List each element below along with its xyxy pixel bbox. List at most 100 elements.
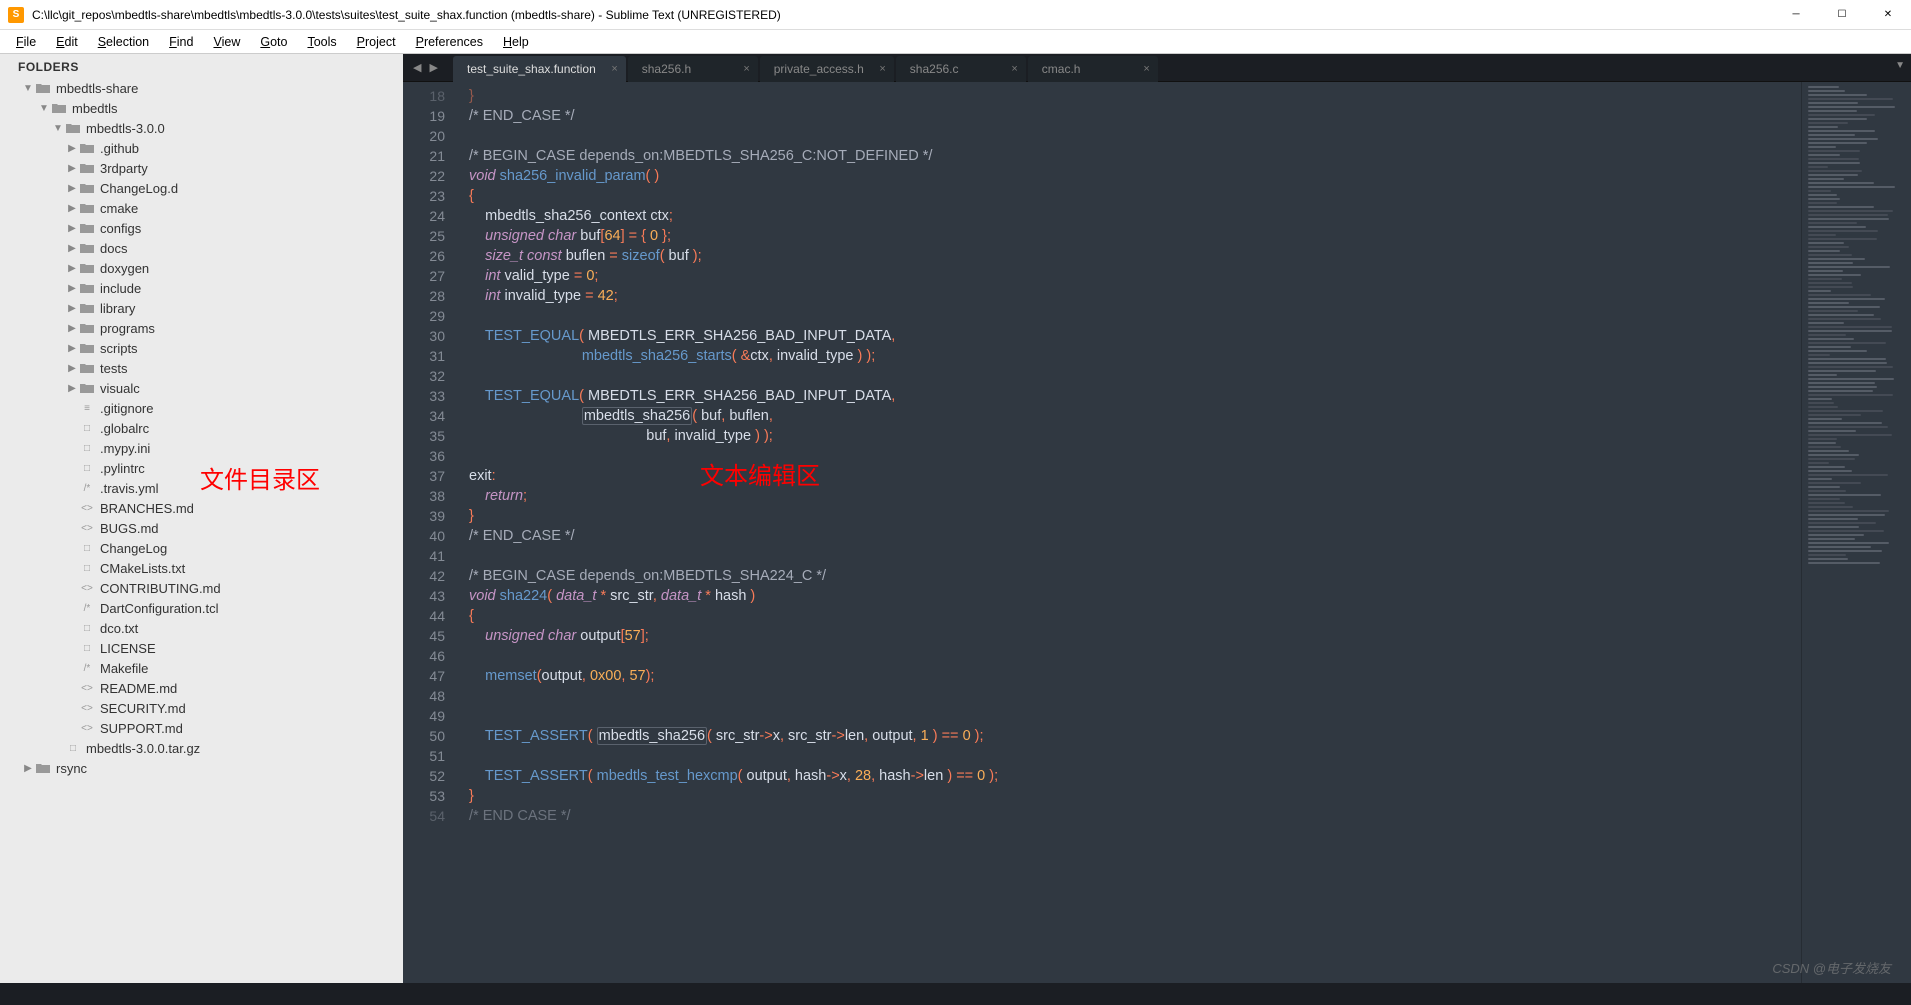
disclosure-arrow-icon: ▶: [66, 183, 78, 194]
disclosure-arrow-icon: ▶: [66, 343, 78, 354]
item-label: DartConfiguration.tcl: [100, 601, 219, 616]
folder-icon: [78, 221, 96, 235]
tab-close-icon[interactable]: ×: [743, 63, 749, 75]
item-label: ChangeLog: [100, 541, 167, 556]
menu-project[interactable]: Project: [347, 32, 406, 52]
tab-test-suite-shax-function[interactable]: test_suite_shax.function ×: [453, 56, 626, 82]
file--globalrc[interactable]: □.globalrc: [4, 418, 403, 438]
file-branches-md[interactable]: <>BRANCHES.md: [4, 498, 403, 518]
folder-tree[interactable]: ▼mbedtls-share▼mbedtls▼mbedtls-3.0.0▶.gi…: [0, 78, 403, 778]
folder-doxygen[interactable]: ▶doxygen: [4, 258, 403, 278]
item-label: programs: [100, 321, 155, 336]
item-label: mbedtls-3.0.0.tar.gz: [86, 741, 200, 756]
menu-bar: FileEditSelectionFindViewGotoToolsProjec…: [0, 30, 1911, 54]
folder-include[interactable]: ▶include: [4, 278, 403, 298]
file--pylintrc[interactable]: □.pylintrc: [4, 458, 403, 478]
menu-help[interactable]: Help: [493, 32, 539, 52]
menu-selection[interactable]: Selection: [88, 32, 159, 52]
file-changelog[interactable]: □ChangeLog: [4, 538, 403, 558]
item-label: 3rdparty: [100, 161, 148, 176]
item-label: cmake: [100, 201, 138, 216]
file-bugs-md[interactable]: <>BUGS.md: [4, 518, 403, 538]
folder-rsync[interactable]: ▶rsync: [4, 758, 403, 778]
item-label: LICENSE: [100, 641, 156, 656]
tab-history-back-icon[interactable]: ◀: [409, 61, 425, 74]
file-cmakelists-txt[interactable]: □CMakeLists.txt: [4, 558, 403, 578]
maximize-button[interactable]: ☐: [1819, 0, 1865, 30]
item-label: .mypy.ini: [100, 441, 150, 456]
menu-view[interactable]: View: [203, 32, 250, 52]
item-label: Makefile: [100, 661, 148, 676]
menu-find[interactable]: Find: [159, 32, 203, 52]
folder-icon: [78, 321, 96, 335]
status-bar: [0, 983, 1911, 1005]
item-label: tests: [100, 361, 127, 376]
folder-mbedtls-3-0-0[interactable]: ▼mbedtls-3.0.0: [4, 118, 403, 138]
file-icon: /*: [78, 481, 96, 495]
menu-tools[interactable]: Tools: [297, 32, 346, 52]
line-gutter[interactable]: 1819202122232425262728293031323334353637…: [403, 82, 459, 983]
tab-private-access-h[interactable]: private_access.h×: [760, 56, 894, 82]
disclosure-arrow-icon: ▶: [66, 363, 78, 374]
folder-library[interactable]: ▶library: [4, 298, 403, 318]
tab-cmac-h[interactable]: cmac.h×: [1028, 56, 1158, 82]
item-label: configs: [100, 221, 141, 236]
file-license[interactable]: □LICENSE: [4, 638, 403, 658]
file-dartconfiguration-tcl[interactable]: /*DartConfiguration.tcl: [4, 598, 403, 618]
tab-close-icon[interactable]: ×: [611, 63, 617, 75]
folder-mbedtls-share[interactable]: ▼mbedtls-share: [4, 78, 403, 98]
file-mbedtls-3-0-0-tar-gz[interactable]: □mbedtls-3.0.0.tar.gz: [4, 738, 403, 758]
tab-close-icon[interactable]: ×: [879, 63, 885, 75]
file-icon: <>: [78, 581, 96, 595]
folder-configs[interactable]: ▶configs: [4, 218, 403, 238]
file--mypy-ini[interactable]: □.mypy.ini: [4, 438, 403, 458]
tab-dropdown-icon[interactable]: ▼: [1895, 60, 1905, 71]
folder-programs[interactable]: ▶programs: [4, 318, 403, 338]
disclosure-arrow-icon: ▶: [66, 203, 78, 214]
file-readme-md[interactable]: <>README.md: [4, 678, 403, 698]
tab-sha256-c[interactable]: sha256.c×: [896, 56, 1026, 82]
disclosure-arrow-icon: ▶: [66, 383, 78, 394]
menu-goto[interactable]: Goto: [250, 32, 297, 52]
folder-3rdparty[interactable]: ▶3rdparty: [4, 158, 403, 178]
folder--github[interactable]: ▶.github: [4, 138, 403, 158]
folder-scripts[interactable]: ▶scripts: [4, 338, 403, 358]
folder-icon: [34, 761, 52, 775]
sidebar[interactable]: FOLDERS ▼mbedtls-share▼mbedtls▼mbedtls-3…: [0, 54, 403, 983]
folder-icon: [64, 121, 82, 135]
tab-close-icon[interactable]: ×: [1011, 63, 1017, 75]
file--gitignore[interactable]: ≡.gitignore: [4, 398, 403, 418]
tab-sha256-h[interactable]: sha256.h×: [628, 56, 758, 82]
item-label: SUPPORT.md: [100, 721, 183, 736]
item-label: BRANCHES.md: [100, 501, 194, 516]
folder-cmake[interactable]: ▶ cmake: [4, 198, 403, 218]
folder-icon: [78, 201, 96, 215]
minimap[interactable]: [1801, 82, 1911, 983]
file-security-md[interactable]: <>SECURITY.md: [4, 698, 403, 718]
minimize-button[interactable]: ─: [1773, 0, 1819, 30]
file-support-md[interactable]: <>SUPPORT.md: [4, 718, 403, 738]
folder-changelog-d[interactable]: ▶ChangeLog.d: [4, 178, 403, 198]
folder-docs[interactable]: ▶docs: [4, 238, 403, 258]
file-makefile[interactable]: /*Makefile: [4, 658, 403, 678]
file--travis-yml[interactable]: /*.travis.yml: [4, 478, 403, 498]
folder-visualc[interactable]: ▶visualc: [4, 378, 403, 398]
close-button[interactable]: ✕: [1865, 0, 1911, 30]
item-label: .gitignore: [100, 401, 153, 416]
item-label: mbedtls: [72, 101, 118, 116]
menu-file[interactable]: File: [6, 32, 46, 52]
item-label: library: [100, 301, 135, 316]
folder-mbedtls[interactable]: ▼mbedtls: [4, 98, 403, 118]
menu-preferences[interactable]: Preferences: [406, 32, 493, 52]
file-contributing-md[interactable]: <>CONTRIBUTING.md: [4, 578, 403, 598]
folder-icon: [78, 361, 96, 375]
tab-history-fwd-icon[interactable]: ▶: [425, 61, 441, 74]
code-text[interactable]: }/* END_CASE */ /* BEGIN_CASE depends_on…: [459, 82, 1801, 983]
tab-label: test_suite_shax.function: [467, 62, 596, 76]
folder-tests[interactable]: ▶ tests: [4, 358, 403, 378]
file-dco-txt[interactable]: □dco.txt: [4, 618, 403, 638]
file-icon: □: [78, 561, 96, 575]
menu-edit[interactable]: Edit: [46, 32, 88, 52]
tab-close-icon[interactable]: ×: [1143, 63, 1149, 75]
disclosure-arrow-icon: ▶: [22, 763, 34, 774]
